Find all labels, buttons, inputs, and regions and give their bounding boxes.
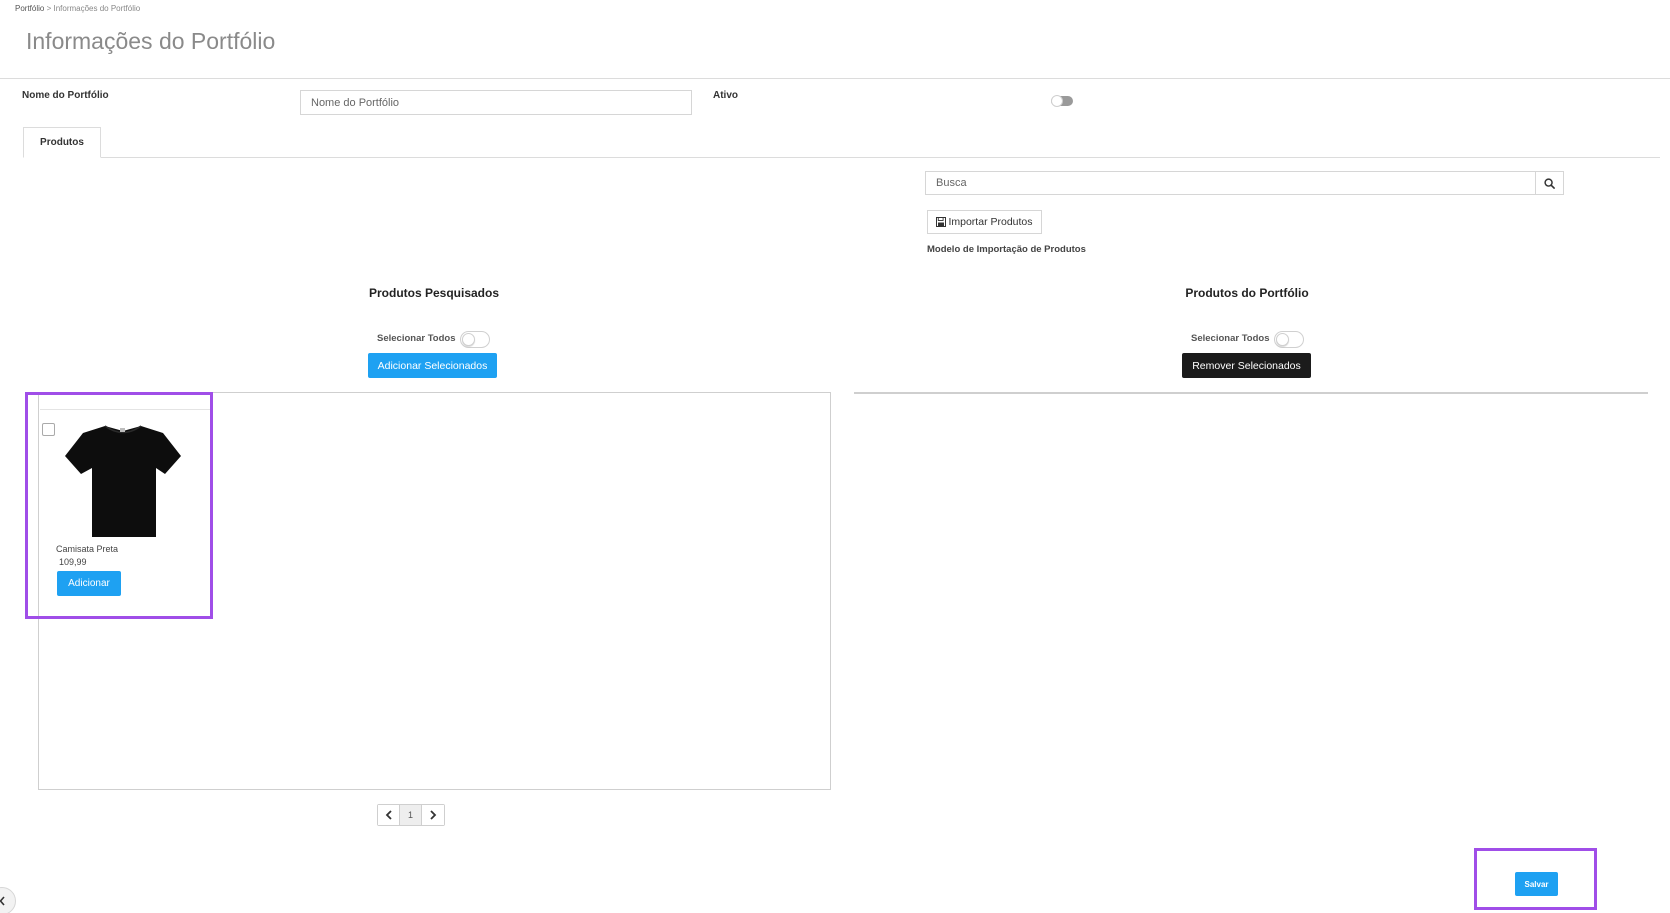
save-button[interactable]: Salvar (1515, 872, 1558, 896)
product-name: Camisata Preta (56, 544, 119, 554)
card-divider (40, 409, 210, 410)
chevron-right-icon (430, 810, 437, 820)
chevron-left-icon (385, 810, 392, 820)
breadcrumb-current: Informações do Portfólio (53, 4, 141, 13)
tab-produtos[interactable]: Produtos (23, 127, 101, 158)
tab-divider (23, 157, 1660, 158)
breadcrumb: Portfólio > Informações do Portfólio (15, 4, 140, 13)
searched-select-all-toggle[interactable] (460, 331, 490, 348)
chevron-left-icon (0, 896, 5, 906)
portfolio-select-all-label: Selecionar Todos (1191, 333, 1270, 344)
portfolio-products-title: Produtos do Portfólio (1185, 286, 1309, 300)
active-label: Ativo (713, 90, 738, 101)
black-tshirt-image (65, 425, 181, 537)
portfolio-products-panel (854, 392, 1648, 394)
import-products-label: Importar Produtos (948, 216, 1033, 228)
sidebar-collapse-button[interactable] (0, 887, 16, 913)
breadcrumb-root[interactable]: Portfólio (15, 4, 44, 13)
pagination-next[interactable] (422, 805, 444, 825)
searched-select-all-knob (462, 333, 475, 346)
product-price: 109,99 (59, 557, 87, 567)
product-select-checkbox[interactable] (42, 423, 55, 436)
pagination: 1 (377, 804, 445, 826)
portfolio-name-label: Nome do Portfólio (22, 90, 109, 101)
page-title: Informações do Portfólio (26, 28, 276, 54)
portfolio-name-input[interactable] (300, 90, 692, 115)
header-divider (0, 78, 1670, 79)
import-template-link[interactable]: Modelo de Importação de Produtos (927, 244, 1086, 255)
portfolio-select-all-knob (1276, 333, 1289, 346)
product-card: Camisata Preta 109,99 Adicionar (25, 392, 213, 619)
pagination-prev[interactable] (378, 805, 400, 825)
search-button[interactable] (1535, 171, 1564, 195)
searched-products-title: Produtos Pesquisados (368, 286, 500, 300)
search-icon (1544, 177, 1555, 189)
active-toggle[interactable] (1051, 95, 1073, 107)
remove-selected-button[interactable]: Remover Selecionados (1182, 353, 1311, 378)
search-input[interactable] (925, 171, 1536, 195)
searched-select-all-label: Selecionar Todos (377, 333, 456, 344)
active-toggle-knob (1051, 95, 1063, 107)
import-products-button[interactable]: Importar Produtos (927, 210, 1042, 234)
save-icon (936, 217, 947, 227)
add-product-button[interactable]: Adicionar (57, 571, 121, 596)
portfolio-select-all-toggle[interactable] (1274, 331, 1304, 348)
pagination-current-page[interactable]: 1 (400, 805, 422, 825)
add-selected-button[interactable]: Adicionar Selecionados (368, 353, 497, 378)
